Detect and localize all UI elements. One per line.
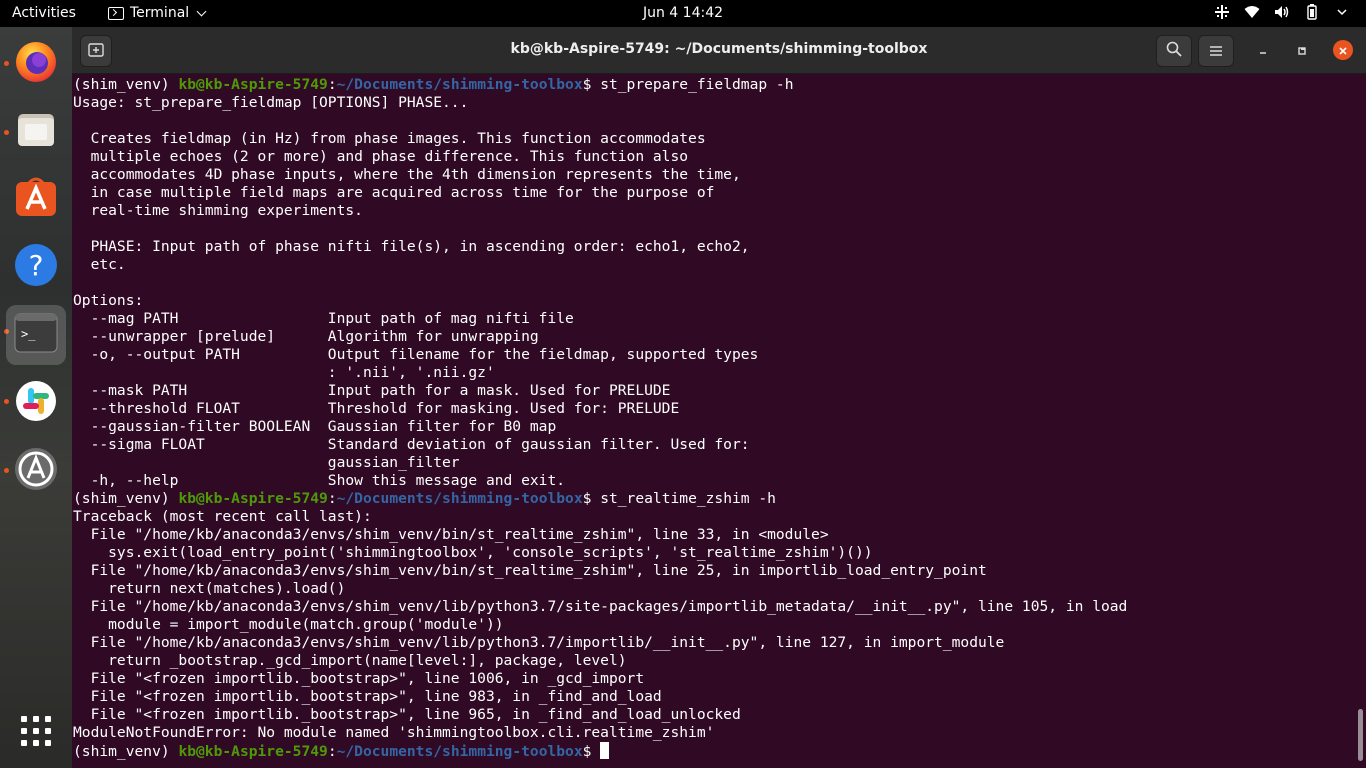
output-line: File "/home/kb/anaconda3/envs/shim_venv/… [73, 562, 987, 579]
menu-button[interactable] [1198, 35, 1234, 67]
minimize-button[interactable] [1253, 40, 1273, 60]
prompt-line: (shim_venv) kb@kb-Aspire-5749:~/Document… [73, 490, 1353, 508]
prompt-path: ~/Documents/shimming-toolbox [336, 76, 583, 93]
close-icon [1338, 41, 1348, 60]
search-icon [1166, 41, 1182, 61]
software-icon [13, 174, 59, 224]
prompt-command: st_prepare_fieldmap -h [600, 76, 794, 93]
firefox-icon [13, 38, 59, 88]
output-line: --unwrapper [prelude] Algorithm for unwr… [73, 328, 539, 345]
prompt-host: kb@kb-Aspire-5749 [178, 76, 328, 93]
window-header-bar: kb@kb-Aspire-5749: ~/Documents/shimming-… [72, 27, 1366, 74]
svg-text:?: ? [29, 249, 44, 282]
dock-item-updater[interactable] [6, 441, 66, 501]
terminal-output[interactable]: (shim_venv) kb@kb-Aspire-5749:~/Document… [73, 76, 1353, 766]
show-applications-button[interactable] [6, 703, 66, 763]
output-line: real-time shimming experiments. [73, 202, 363, 219]
maximize-icon [1297, 41, 1307, 60]
prompt-venv: (shim_venv) [73, 743, 179, 760]
dock-item-terminal[interactable]: >_ [6, 305, 66, 365]
svg-text:>_: >_ [21, 327, 36, 341]
output-line: Traceback (most recent call last): [73, 508, 372, 525]
output-line: : '.nii', '.nii.gz' [73, 364, 495, 381]
output-line: Options: [73, 292, 144, 309]
top-bar: Activities Terminal Jun 4 14:42 [0, 0, 1366, 27]
output-line: --mag PATH Input path of mag nifti file [73, 310, 574, 327]
output-line: --gaussian-filter BOOLEAN Gaussian filte… [73, 418, 557, 435]
system-tray[interactable] [1214, 4, 1350, 20]
grid-icon [20, 715, 52, 751]
dock: ? >_ [0, 27, 72, 768]
help-output: Usage: st_prepare_fieldmap [OPTIONS] PHA… [73, 94, 1353, 490]
text-cursor [600, 742, 610, 759]
output-line: File "<frozen importlib._bootstrap>", li… [73, 670, 645, 687]
output-line: return _bootstrap._gcd_import(name[level… [73, 652, 627, 669]
help-icon: ? [13, 242, 59, 292]
slack-icon [14, 379, 58, 427]
prompt-line[interactable]: (shim_venv) kb@kb-Aspire-5749:~/Document… [73, 742, 1353, 760]
prompt-separator: : [327, 490, 337, 507]
output-line: File "/home/kb/anaconda3/envs/shim_venv/… [73, 526, 829, 543]
prompt-venv: (shim_venv) [73, 490, 179, 507]
prompt-host: kb@kb-Aspire-5749 [178, 490, 328, 507]
hamburger-menu-icon [1209, 42, 1223, 61]
output-line: Usage: st_prepare_fieldmap [OPTIONS] PHA… [73, 94, 469, 111]
output-line: return next(matches).load() [73, 580, 346, 597]
output-line: Creates fieldmap (in Hz) from phase imag… [73, 130, 706, 147]
network-sync-icon[interactable] [1214, 4, 1230, 20]
prompt-line: (shim_venv) kb@kb-Aspire-5749:~/Document… [73, 76, 1353, 94]
prompt-separator: : [327, 743, 337, 760]
traceback-output: Traceback (most recent call last): File … [73, 508, 1353, 742]
output-line: etc. [73, 256, 126, 273]
minimize-icon [1258, 41, 1268, 60]
power-menu-icon[interactable] [1334, 4, 1350, 20]
terminal-icon: >_ [14, 313, 58, 357]
prompt-venv: (shim_venv) [73, 76, 179, 93]
output-line: accommodates 4D phase inputs, where the … [73, 166, 741, 183]
maximize-button[interactable] [1292, 40, 1312, 60]
output-line: File "/home/kb/anaconda3/envs/shim_venv/… [73, 634, 1005, 651]
prompt-path: ~/Documents/shimming-toolbox [336, 490, 583, 507]
output-line: File "/home/kb/anaconda3/envs/shim_venv/… [73, 598, 1128, 615]
prompt-command: st_realtime_zshim -h [600, 490, 776, 507]
prompt-host: kb@kb-Aspire-5749 [178, 743, 328, 760]
volume-icon[interactable] [1274, 4, 1290, 20]
output-line: in case multiple field maps are acquired… [73, 184, 715, 201]
prompt-dollar: $ [582, 490, 601, 507]
prompt-dollar: $ [582, 76, 601, 93]
prompt-path: ~/Documents/shimming-toolbox [336, 743, 583, 760]
wifi-icon[interactable] [1244, 4, 1260, 20]
output-line: -h, --help Show this message and exit. [73, 472, 566, 489]
output-line: --sigma FLOAT Standard deviation of gaus… [73, 436, 750, 453]
output-line: File "<frozen importlib._bootstrap>", li… [73, 706, 741, 723]
output-line: --mask PATH Input path for a mask. Used … [73, 382, 671, 399]
dock-item-firefox[interactable] [6, 33, 66, 93]
dock-item-slack[interactable] [6, 373, 66, 433]
files-icon [15, 108, 57, 154]
output-line: module = import_module(match.group('modu… [73, 616, 504, 633]
output-line: -o, --output PATH Output filename for th… [73, 346, 759, 363]
close-button[interactable] [1333, 40, 1353, 60]
output-line: PHASE: Input path of phase nifti file(s)… [73, 238, 750, 255]
search-button[interactable] [1156, 35, 1192, 67]
battery-icon[interactable] [1304, 4, 1320, 20]
output-line: multiple echoes (2 or more) and phase di… [73, 148, 689, 165]
clock[interactable]: Jun 4 14:42 [0, 5, 1366, 21]
dock-item-software[interactable] [6, 169, 66, 229]
updater-icon [13, 446, 59, 496]
scrollbar[interactable] [1358, 709, 1363, 761]
prompt-separator: : [327, 76, 337, 93]
dock-item-files[interactable] [6, 101, 66, 161]
dock-item-help[interactable]: ? [6, 237, 66, 297]
output-line: File "<frozen importlib._bootstrap>", li… [73, 688, 662, 705]
output-line: sys.exit(load_entry_point('shimmingtoolb… [73, 544, 873, 561]
output-line: --threshold FLOAT Threshold for masking.… [73, 400, 680, 417]
terminal-window: kb@kb-Aspire-5749: ~/Documents/shimming-… [72, 27, 1366, 768]
output-line: gaussian_filter [73, 454, 460, 471]
prompt-dollar: $ [582, 743, 601, 760]
output-line: ModuleNotFoundError: No module named 'sh… [73, 724, 715, 741]
